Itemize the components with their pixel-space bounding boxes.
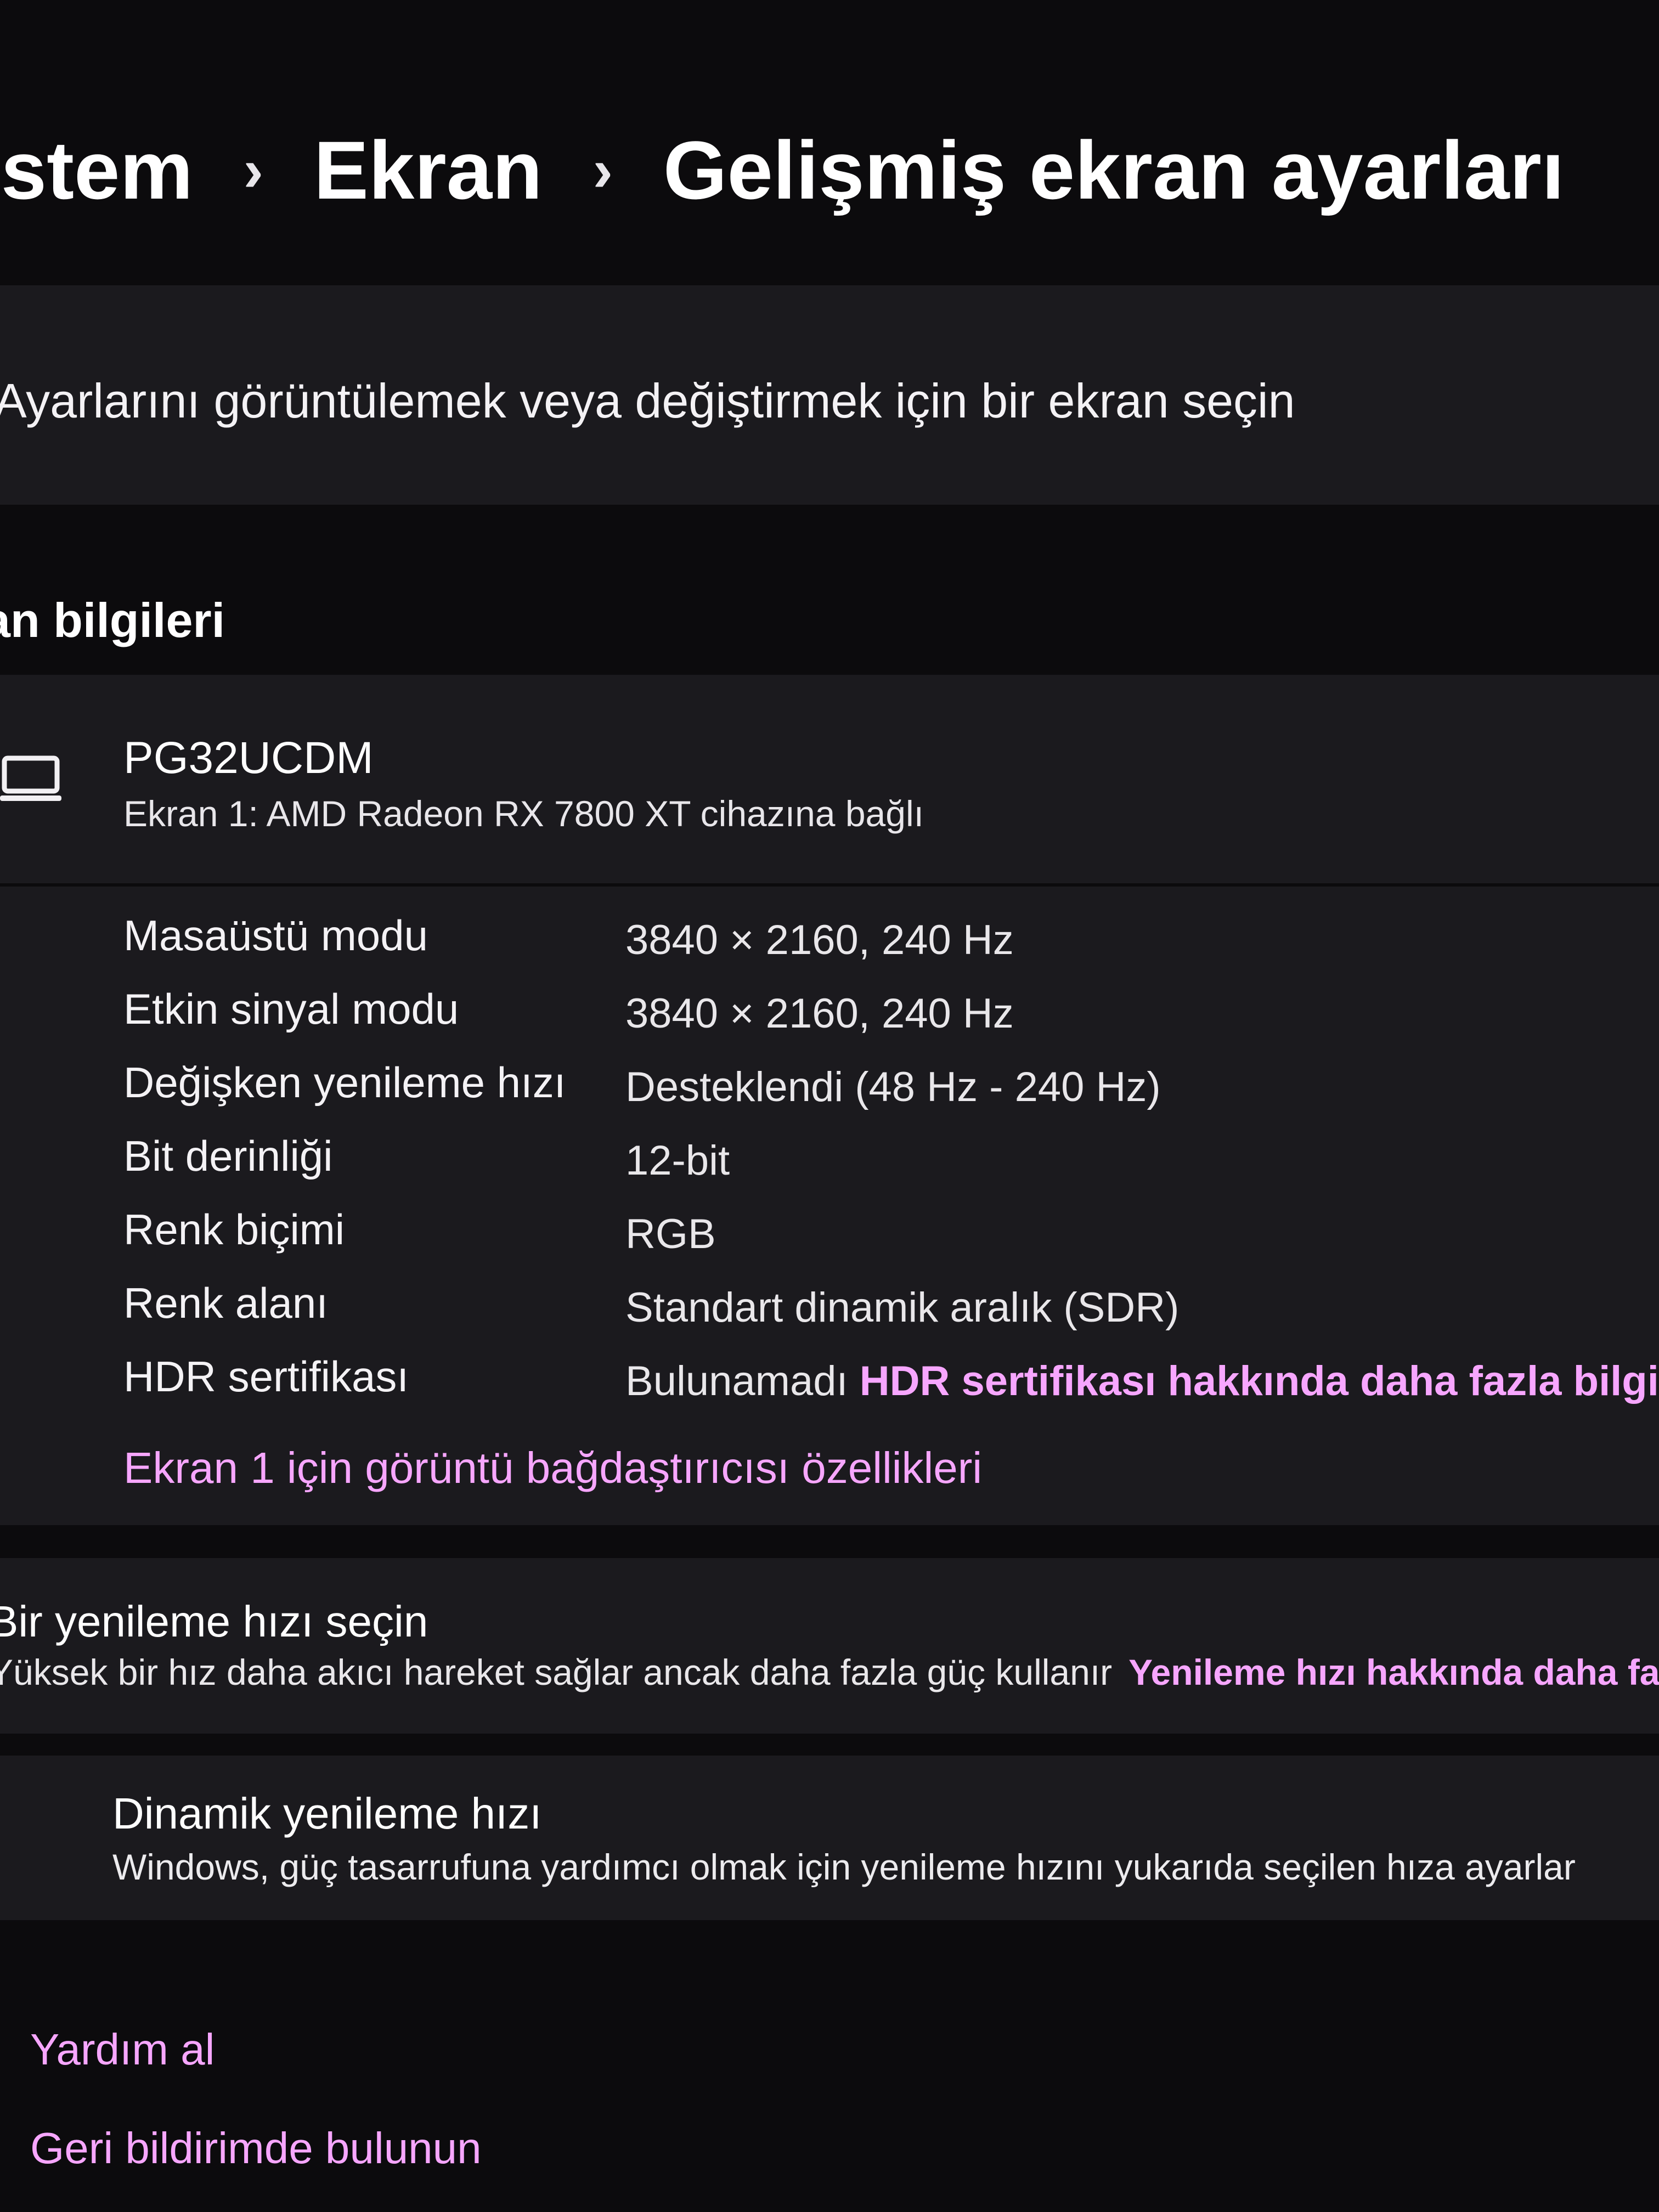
get-help-link[interactable]: Yardım al	[30, 2024, 215, 2075]
property-value: Bulunamadı HDR sertifikası hakkında daha…	[625, 1357, 1659, 1405]
property-value: 12-bit	[625, 1137, 730, 1184]
property-value: 3840 × 2160, 240 Hz	[625, 917, 1014, 963]
property-value: RGB	[625, 1211, 716, 1257]
property-value: Standart dinamik aralık (SDR)	[625, 1284, 1180, 1331]
dynamic-refresh-title: Dinamik yenileme hızı	[112, 1789, 542, 1838]
display-properties: Masaüstü modu 3840 × 2160, 240 Hz Etkin …	[0, 911, 1659, 1425]
display-adapter-properties-link[interactable]: Ekran 1 için görüntü bağdaştırıcısı özel…	[123, 1443, 982, 1493]
monitor-header: PG32UCDM Ekran 1: AMD Radeon RX 7800 XT …	[0, 675, 1659, 887]
property-row: HDR sertifikası Bulunamadı HDR sertifika…	[0, 1352, 1659, 1425]
select-display-card[interactable]: Ayarlarını görüntülemek veya değiştirmek…	[0, 285, 1659, 505]
chevron-right-icon: ›	[243, 136, 264, 204]
chevron-right-icon: ›	[592, 136, 613, 204]
property-row: Renk alanı Standart dinamik aralık (SDR)	[0, 1278, 1659, 1352]
property-label: Etkin sinyal modu	[123, 985, 459, 1033]
page-title: Gelişmiş ekran ayarları	[663, 123, 1565, 216]
property-row: Renk biçimi RGB	[0, 1205, 1659, 1278]
refresh-rate-subtitle: Yüksek bir hız daha akıcı hareket sağlar…	[0, 1651, 1659, 1693]
give-feedback-link[interactable]: Geri bildirimde bulunun	[30, 2123, 482, 2174]
property-label: Bit derinliği	[123, 1132, 333, 1180]
property-row: Bit derinliği 12-bit	[0, 1131, 1659, 1205]
breadcrumb-system[interactable]: istem	[0, 123, 193, 218]
dynamic-refresh-card[interactable]: Dinamik yenileme hızı Windows, güç tasar…	[0, 1756, 1659, 1920]
property-row: Etkin sinyal modu 3840 × 2160, 240 Hz	[0, 984, 1659, 1058]
breadcrumb: istem › Ekran › Gelişmiş ekran ayarları	[0, 110, 1565, 230]
refresh-rate-description: Yüksek bir hız daha akıcı hareket sağlar…	[0, 1652, 1113, 1692]
property-label: HDR sertifikası	[123, 1352, 409, 1401]
property-value: 3840 × 2160, 240 Hz	[625, 990, 1014, 1037]
monitor-name: PG32UCDM	[123, 733, 374, 783]
property-label: Masaüstü modu	[123, 911, 428, 960]
select-display-label: Ayarlarını görüntülemek veya değiştirmek…	[0, 374, 1295, 428]
property-value: Desteklendi (48 Hz - 240 Hz)	[625, 1064, 1161, 1110]
property-label: Değişken yenileme hızı	[123, 1058, 566, 1107]
property-label: Renk biçimi	[123, 1205, 345, 1254]
dynamic-refresh-subtitle: Windows, güç tasarrufuna yardımcı olmak …	[112, 1847, 1576, 1887]
display-info-section-title: an bilgileri	[0, 593, 225, 647]
monitor-subtitle: Ekran 1: AMD Radeon RX 7800 XT cihazına …	[123, 793, 924, 834]
advanced-display-settings-page: istem › Ekran › Gelişmiş ekran ayarları …	[0, 0, 1659, 2212]
refresh-rate-learn-more-link[interactable]: Yenileme hızı hakkında daha fazla	[1128, 1652, 1659, 1692]
hdr-status-text: Bulunamadı	[625, 1358, 848, 1404]
laptop-icon	[0, 755, 61, 801]
hdr-certification-link[interactable]: HDR sertifikası hakkında daha fazla bilg…	[860, 1358, 1659, 1404]
property-row: Masaüstü modu 3840 × 2160, 240 Hz	[0, 911, 1659, 984]
property-label: Renk alanı	[123, 1279, 328, 1327]
breadcrumb-display[interactable]: Ekran	[314, 123, 543, 218]
property-row: Değişken yenileme hızı Desteklendi (48 H…	[0, 1058, 1659, 1131]
refresh-rate-card[interactable]: Bir yenileme hızı seçin Yüksek bir hız d…	[0, 1558, 1659, 1734]
display-info-card: PG32UCDM Ekran 1: AMD Radeon RX 7800 XT …	[0, 675, 1659, 1525]
refresh-rate-title: Bir yenileme hızı seçin	[0, 1597, 428, 1646]
